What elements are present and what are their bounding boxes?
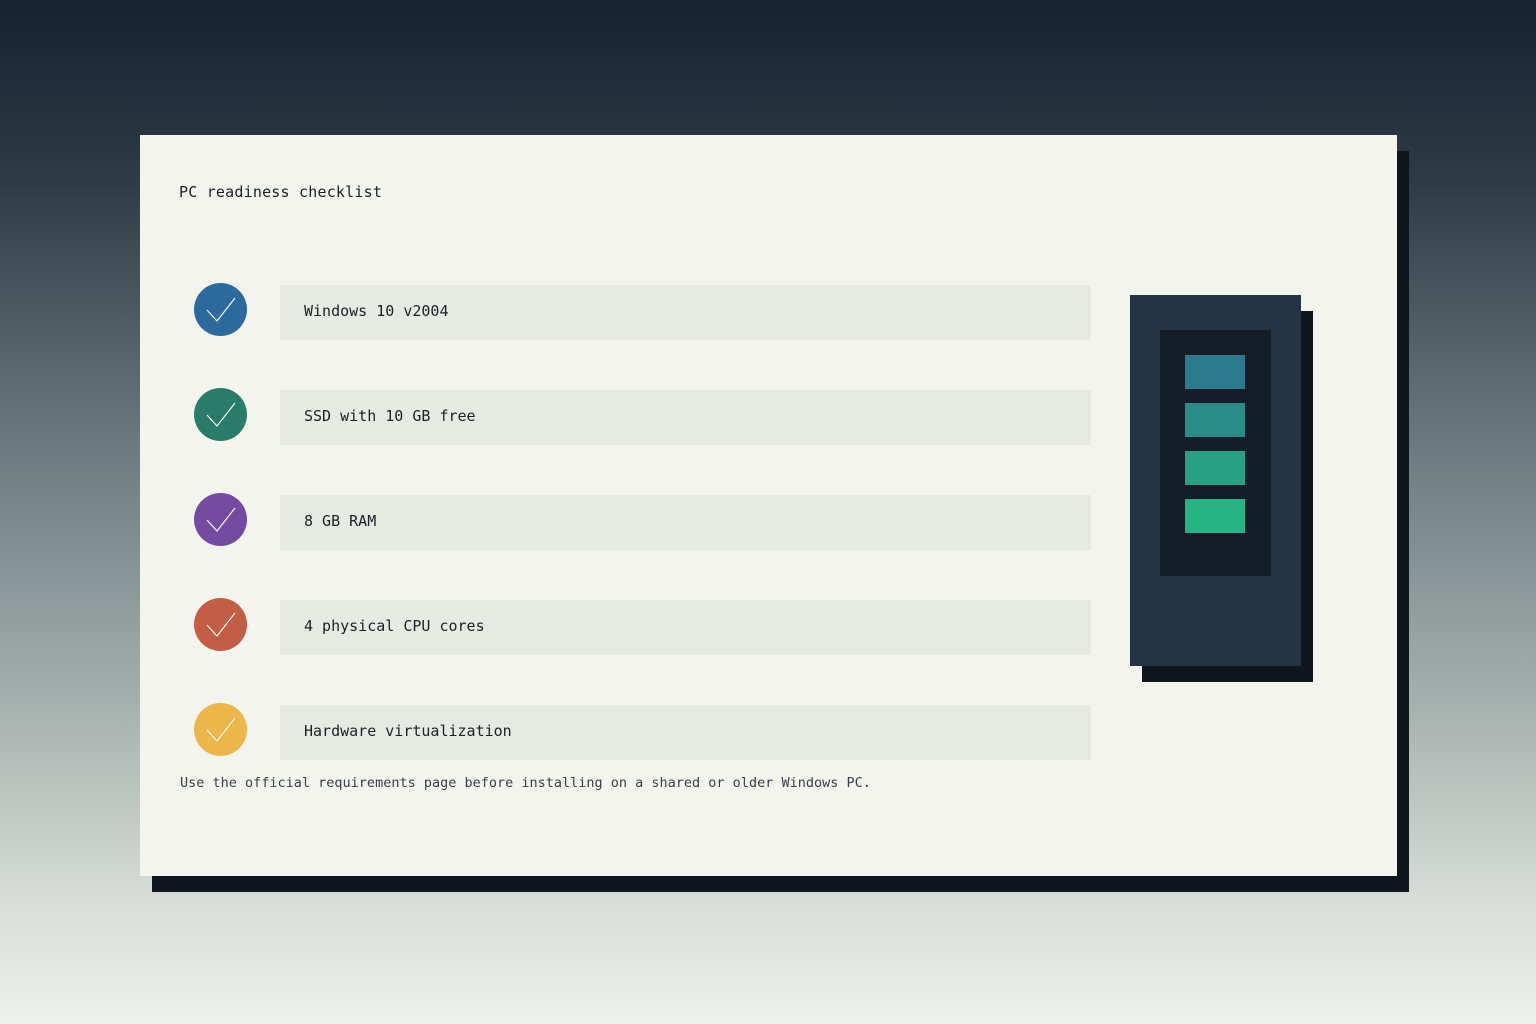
checklist-item-label: SSD with 10 GB free	[304, 407, 476, 425]
checklist-item-windows: Windows 10 v2004	[140, 283, 1140, 341]
device-status-bar	[1185, 355, 1245, 389]
checklist-item-label: Hardware virtualization	[304, 722, 512, 740]
checklist-item-box: Hardware virtualization	[280, 705, 1091, 760]
checklist-item-box: Windows 10 v2004	[280, 285, 1091, 340]
footnote: Use the official requirements page befor…	[180, 775, 871, 791]
page-title: PC readiness checklist	[179, 183, 383, 201]
checklist-item-cpu: 4 physical CPU cores	[140, 598, 1140, 656]
checklist-item-box: SSD with 10 GB free	[280, 390, 1091, 445]
checklist-item-label: 8 GB RAM	[304, 512, 377, 530]
checklist-item-label: 4 physical CPU cores	[304, 617, 485, 635]
checklist-item-virtualization: Hardware virtualization	[140, 703, 1140, 761]
device-screen	[1160, 330, 1271, 576]
device-status-bar	[1185, 499, 1245, 533]
checklist-item-ram: 8 GB RAM	[140, 493, 1140, 551]
check-icon	[194, 493, 247, 546]
checklist-item-box: 4 physical CPU cores	[280, 600, 1091, 655]
check-icon	[194, 283, 247, 336]
checklist-item-label: Windows 10 v2004	[304, 302, 449, 320]
pc-tower-icon	[1130, 295, 1301, 666]
checklist-item-ssd: SSD with 10 GB free	[140, 388, 1140, 446]
check-icon	[194, 598, 247, 651]
device-status-bar	[1185, 451, 1245, 485]
check-icon	[194, 388, 247, 441]
checklist-item-box: 8 GB RAM	[280, 495, 1091, 550]
check-icon	[194, 703, 247, 756]
device-status-bar	[1185, 403, 1245, 437]
checklist-card: PC readiness checklist Windows 10 v2004 …	[140, 135, 1397, 876]
